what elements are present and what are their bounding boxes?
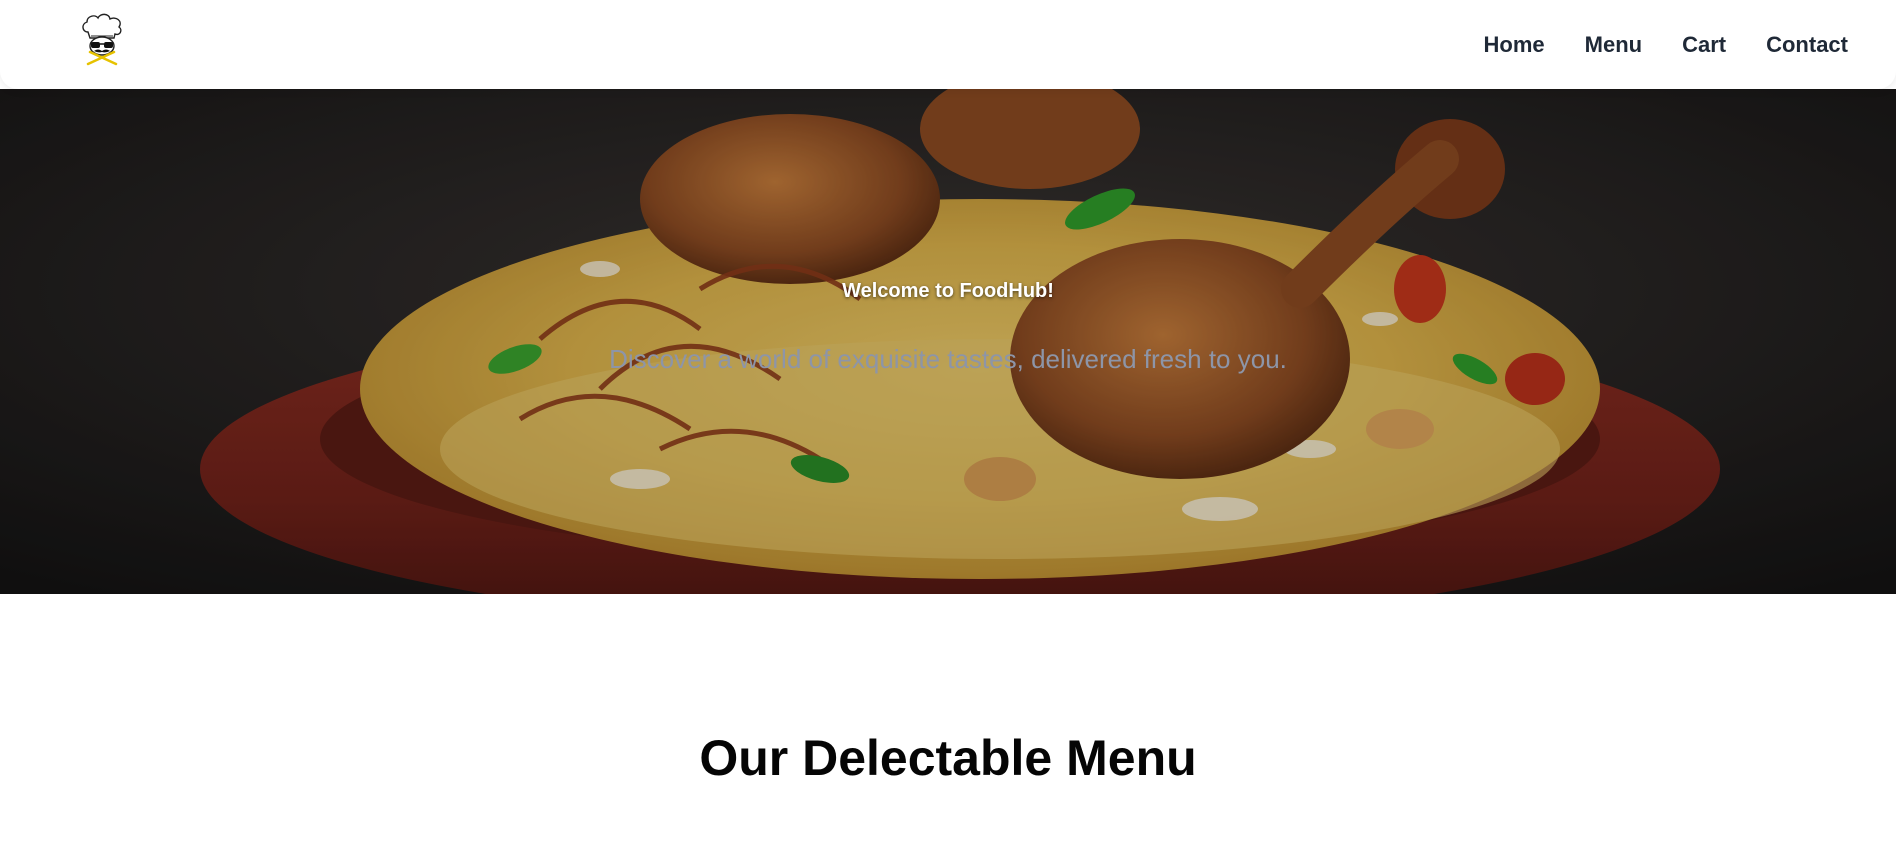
main-nav: Home Menu Cart Contact [1484, 0, 1848, 89]
site-header: Home Menu Cart Contact [0, 0, 1896, 89]
hero-banner: Welcome to FoodHub! Discover a world of … [0, 89, 1896, 594]
chef-hat-logo-icon[interactable] [78, 12, 126, 66]
nav-link-home[interactable]: Home [1484, 32, 1545, 58]
hero-title: Welcome to FoodHub! [842, 280, 1054, 302]
nav-link-cart[interactable]: Cart [1682, 32, 1726, 58]
section-title: Our Delectable Menu [699, 730, 1197, 786]
nav-link-menu[interactable]: Menu [1585, 32, 1642, 58]
hero-overlay [0, 89, 1896, 594]
menu-section: Our Delectable Menu [0, 594, 1896, 862]
hero-subtitle: Discover a world of exquisite tastes, de… [609, 344, 1287, 374]
nav-link-contact[interactable]: Contact [1766, 32, 1848, 58]
